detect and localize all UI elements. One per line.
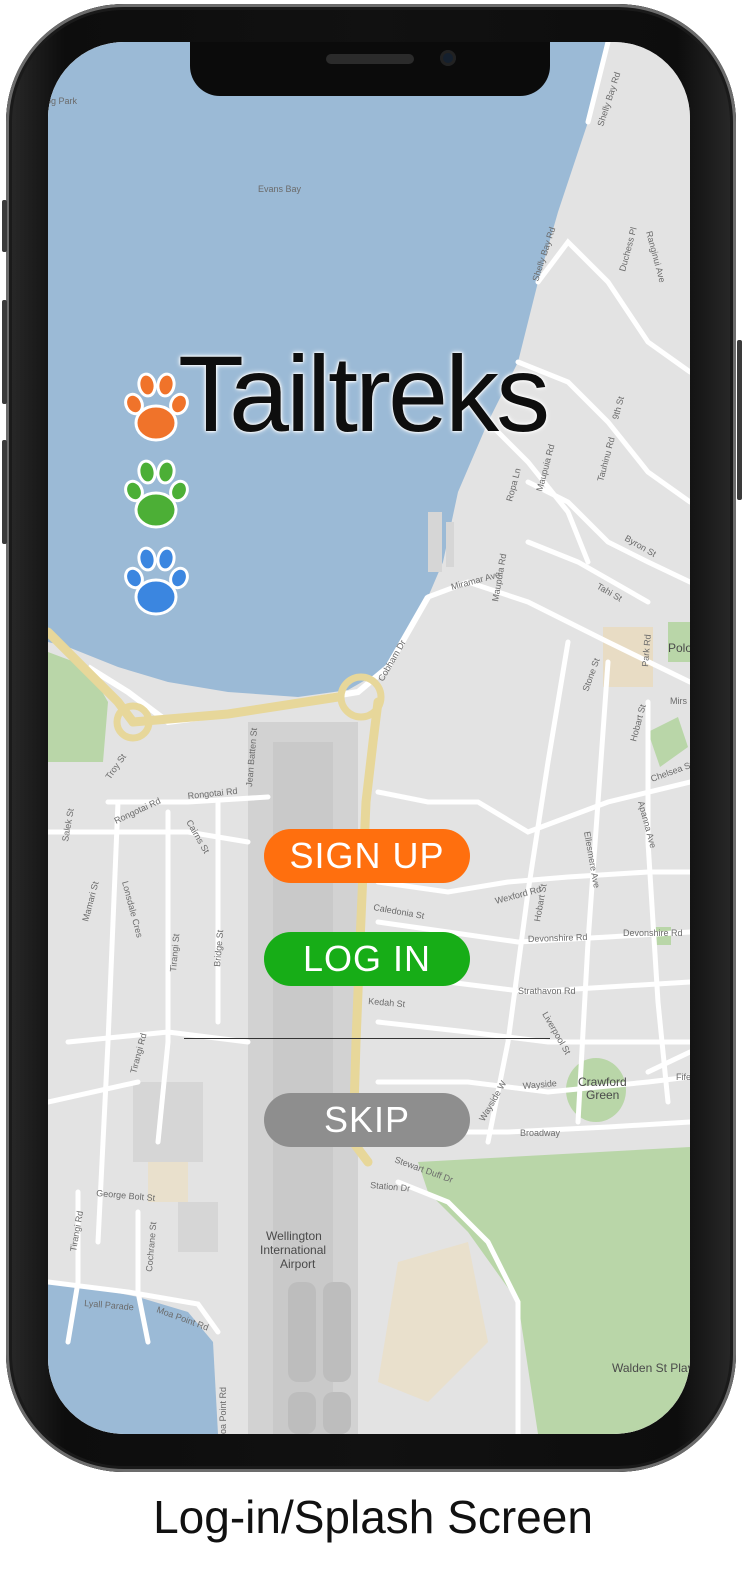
map-label-strathavon-rd: Strathavon Rd	[518, 986, 576, 996]
map-label-broadway: Broadway	[520, 1128, 561, 1138]
map-label-mirs: Mirs	[670, 696, 687, 706]
map-label-crawford: Crawford	[578, 1075, 627, 1089]
map-label-international: International	[260, 1243, 326, 1257]
blue-paw-icon	[124, 546, 189, 616]
page: Evans Bay og Park Shelly Bay Rd Shelly B…	[0, 0, 746, 1582]
volume-down-button	[2, 440, 7, 544]
app-logo-text: Tailtreks	[178, 333, 550, 454]
divider-line	[184, 1038, 550, 1039]
map-label-devonshire-rd: Devonshire Rd	[528, 932, 588, 944]
sign-up-button[interactable]: SIGN UP	[264, 829, 470, 883]
volume-up-button	[2, 300, 7, 404]
phone-notch	[190, 42, 550, 96]
speaker-grille	[326, 54, 414, 64]
map-label-og-park: og Park	[48, 96, 78, 106]
power-button	[737, 340, 742, 500]
skip-button[interactable]: SKIP	[264, 1093, 470, 1147]
map-label-evans-bay: Evans Bay	[258, 184, 302, 194]
mute-switch	[2, 200, 7, 252]
map-label-devonshire-rd-2: Devonshire Rd	[623, 928, 683, 938]
screen-caption: Log-in/Splash Screen	[153, 1491, 593, 1543]
map-background[interactable]: Evans Bay og Park Shelly Bay Rd Shelly B…	[48, 42, 690, 1434]
map-label-wellington: Wellington	[266, 1229, 322, 1243]
green-paw-icon	[124, 459, 189, 529]
map-label-fife: Fife	[676, 1072, 690, 1082]
map-label-airport: Airport	[280, 1257, 316, 1271]
map-label-green: Green	[586, 1088, 619, 1102]
app-screen: Evans Bay og Park Shelly Bay Rd Shelly B…	[48, 42, 690, 1434]
map-label-polo: Polo	[668, 641, 690, 655]
log-in-button[interactable]: LOG IN	[264, 932, 470, 986]
orange-paw-icon	[124, 372, 189, 442]
map-label-moa-point-rd-2: oa Point Rd	[218, 1387, 228, 1434]
front-camera	[440, 50, 456, 66]
map-label-walden-st-playg: Walden St Playg	[612, 1361, 690, 1375]
